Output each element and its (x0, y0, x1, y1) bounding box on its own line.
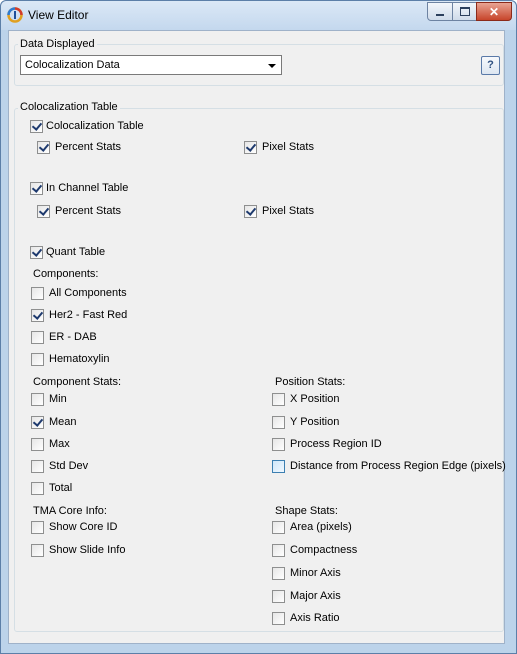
minimize-icon (436, 13, 444, 16)
max-checkbox[interactable] (31, 438, 44, 451)
inch-percent-stats-checkbox[interactable] (37, 205, 50, 218)
position-stats-header: Position Stats: (275, 376, 346, 388)
data-displayed-select[interactable]: Colocalization Data (20, 55, 282, 75)
close-icon: ✕ (488, 4, 500, 19)
mean-checkbox[interactable] (31, 416, 44, 429)
in-channel-table-label: In Channel Table (46, 182, 129, 194)
tma-core-info-header: TMA Core Info: (33, 505, 107, 517)
coloc-pixel-stats-label: Pixel Stats (262, 141, 314, 153)
all-components-checkbox[interactable] (31, 287, 44, 300)
her2-fast-red-label: Her2 - Fast Red (49, 309, 128, 321)
hematoxylin-checkbox[interactable] (31, 353, 44, 366)
quant-table-checkbox[interactable] (30, 246, 43, 259)
coloc-pixel-stats-checkbox[interactable] (244, 141, 257, 154)
colocalization-table-checkbox-label: Colocalization Table (46, 120, 144, 132)
axis-ratio-label: Axis Ratio (290, 612, 340, 624)
mean-label: Mean (49, 416, 77, 428)
in-channel-table-checkbox[interactable] (30, 182, 43, 195)
total-label: Total (49, 482, 73, 494)
show-slide-info-label: Show Slide Info (49, 544, 126, 556)
coloc-percent-stats-label: Percent Stats (55, 141, 122, 153)
er-dab-label: ER - DAB (49, 331, 97, 343)
max-label: Max (49, 438, 70, 450)
total-checkbox[interactable] (31, 482, 44, 495)
data-displayed-label: Data Displayed (18, 38, 97, 51)
her2-fast-red-checkbox[interactable] (31, 309, 44, 322)
all-components-label: All Components (49, 287, 127, 299)
y-position-checkbox[interactable] (272, 416, 285, 429)
process-region-id-checkbox[interactable] (272, 438, 285, 451)
close-button[interactable]: ✕ (476, 2, 512, 21)
minimize-button[interactable] (427, 2, 453, 21)
maximize-button[interactable] (452, 2, 477, 21)
minor-axis-label: Minor Axis (290, 567, 341, 579)
show-core-id-label: Show Core ID (49, 521, 118, 533)
x-position-checkbox[interactable] (272, 393, 285, 406)
compactness-checkbox[interactable] (272, 544, 285, 557)
min-checkbox[interactable] (31, 393, 44, 406)
component-stats-header: Component Stats: (33, 376, 122, 388)
major-axis-checkbox[interactable] (272, 590, 285, 603)
area-pixels-label: Area (pixels) (290, 521, 352, 533)
window-title: View Editor (28, 8, 89, 22)
show-core-id-checkbox[interactable] (31, 521, 44, 534)
maximize-icon (459, 7, 470, 16)
colocalization-table-checkbox[interactable] (30, 120, 43, 133)
axis-ratio-checkbox[interactable] (272, 612, 285, 625)
hematoxylin-label: Hematoxylin (49, 353, 110, 365)
shape-stats-header: Shape Stats: (275, 505, 338, 517)
std-dev-label: Std Dev (49, 460, 89, 472)
title-bar[interactable]: View Editor ✕ (1, 1, 516, 30)
data-displayed-value: Colocalization Data (25, 59, 120, 71)
min-label: Min (49, 393, 67, 405)
inch-pixel-stats-label: Pixel Stats (262, 205, 314, 217)
help-button[interactable]: ? (481, 56, 500, 75)
process-region-id-label: Process Region ID (290, 438, 382, 450)
chevron-down-icon (268, 64, 276, 68)
distance-from-edge-checkbox[interactable] (272, 460, 285, 473)
compactness-label: Compactness (290, 544, 358, 556)
inch-pixel-stats-checkbox[interactable] (244, 205, 257, 218)
std-dev-checkbox[interactable] (31, 460, 44, 473)
colocalization-table-group-label: Colocalization Table (18, 101, 120, 114)
y-position-label: Y Position (290, 416, 340, 428)
coloc-percent-stats-checkbox[interactable] (37, 141, 50, 154)
show-slide-info-checkbox[interactable] (31, 544, 44, 557)
app-icon (7, 7, 23, 23)
x-position-label: X Position (290, 393, 340, 405)
minor-axis-checkbox[interactable] (272, 567, 285, 580)
quant-table-label: Quant Table (46, 246, 106, 258)
inch-percent-stats-label: Percent Stats (55, 205, 122, 217)
components-header: Components: (33, 268, 99, 280)
distance-from-edge-label: Distance from Process Region Edge (pixel… (290, 460, 506, 472)
area-pixels-checkbox[interactable] (272, 521, 285, 534)
major-axis-label: Major Axis (290, 590, 341, 602)
window-bottom-border (8, 644, 505, 652)
er-dab-checkbox[interactable] (31, 331, 44, 344)
